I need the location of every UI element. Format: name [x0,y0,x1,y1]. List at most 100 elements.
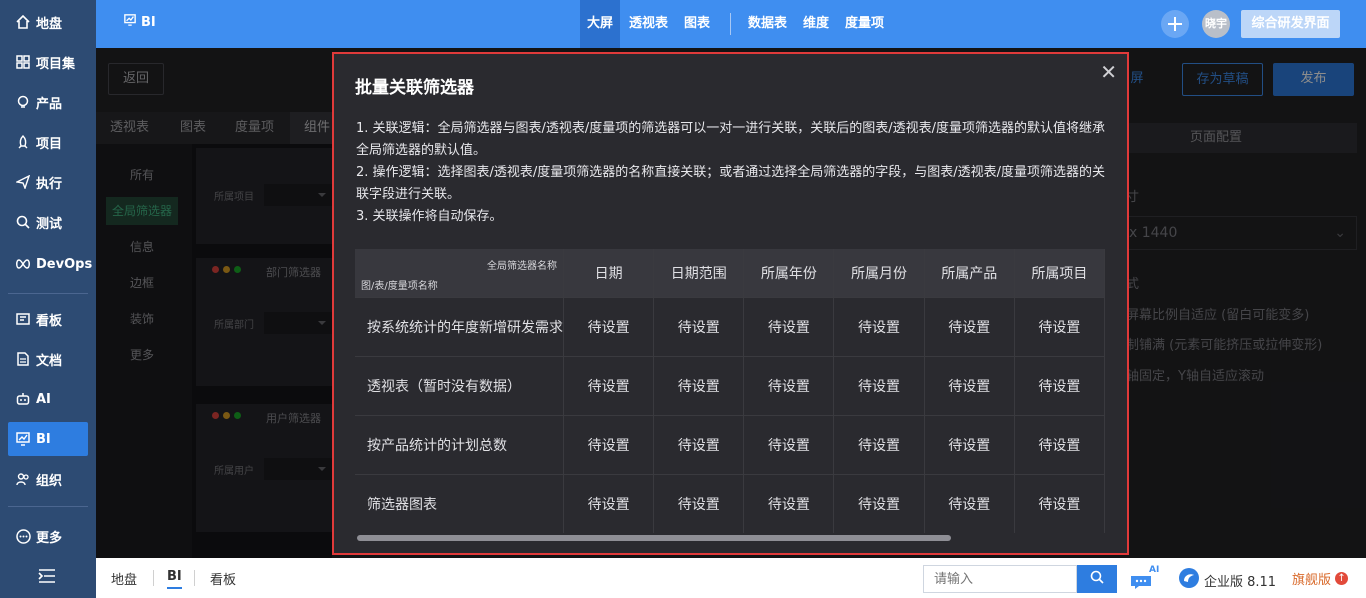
left-sidebar: 地盘 项目集 产品 项目 执行 测试 DevOps 看板 文档 AI BI 组织… [0,0,96,598]
nav-chart[interactable]: 图表 [677,0,717,48]
sidebar-item-program[interactable]: 项目集 [8,45,88,79]
collapse-menu-icon[interactable] [38,568,56,584]
doc-icon [15,351,31,367]
sidebar-item-label: BI [36,431,51,447]
scrollbar-thumb[interactable] [357,535,951,541]
zentao-logo-icon [1178,567,1200,593]
search-button[interactable] [1077,565,1117,593]
sidebar-item-devops[interactable]: DevOps [8,247,92,281]
rocket-icon [15,134,31,150]
link-cell[interactable]: 待设置 [563,297,655,357]
link-cell[interactable]: 待设置 [653,474,745,533]
link-cell[interactable]: 待设置 [1014,415,1105,475]
close-icon[interactable]: ✕ [1100,60,1117,84]
link-cell[interactable]: 待设置 [833,356,925,416]
link-cell[interactable]: 待设置 [563,415,655,475]
sidebar-item-label: 文档 [36,353,63,369]
sidebar-item-kanban[interactable]: 看板 [8,302,88,336]
link-cell[interactable]: 待设置 [833,415,925,475]
link-cell[interactable]: 待设置 [743,415,835,475]
sidebar-item-label: 测试 [36,216,63,232]
link-cell[interactable]: 待设置 [833,297,925,357]
sidebar-item-org[interactable]: 组织 [8,462,88,496]
footer-tab-dashboard[interactable]: 地盘 [111,569,137,588]
grid-icon [15,54,31,70]
search-icon [15,214,31,230]
sidebar-item-label: 更多 [36,530,63,546]
chart-icon [124,14,136,30]
nav-pivot[interactable]: 透视表 [622,0,675,48]
footer-divider [153,570,154,586]
link-cell[interactable]: 待设置 [1014,297,1105,357]
link-cell[interactable]: 待设置 [743,356,835,416]
sidebar-item-product[interactable]: 产品 [8,85,88,119]
table-row: 筛选器图表 待设置 待设置 待设置 待设置 待设置 待设置 [355,474,1105,533]
sidebar-divider [8,293,88,294]
horizontal-scrollbar[interactable] [355,534,1105,542]
column-header: 所属项目 [1014,249,1105,298]
infinity-icon [15,256,31,272]
link-cell[interactable]: 待设置 [743,297,835,357]
table-row: 按系统统计的年度新增研发需求 待设置 待设置 待设置 待设置 待设置 待设置 [355,297,1105,357]
chart-icon [15,431,31,447]
link-cell[interactable]: 待设置 [743,474,835,533]
workspace-switch-button[interactable]: 综合研发界面 [1241,10,1340,38]
desc-line: 2. 操作逻辑：选择图表/透视表/度量项筛选器的名称直接关联；或者通过选择全局筛… [356,165,1106,202]
flagship-label: 旗舰版 [1292,573,1332,588]
sidebar-item-project[interactable]: 项目 [8,125,88,159]
link-cell[interactable]: 待设置 [1014,474,1105,533]
nav-screen[interactable]: 大屏 [580,0,621,48]
module-label: BI [141,14,156,30]
link-cell[interactable]: 待设置 [1014,356,1105,416]
home-icon [15,14,31,30]
sidebar-item-doc[interactable]: 文档 [8,342,88,376]
sidebar-item-more[interactable]: 更多 [8,519,88,553]
module-title: BI [124,14,156,30]
sidebar-item-bi[interactable]: BI [8,422,88,456]
sidebar-item-label: 组织 [36,473,63,489]
upgrade-arrow-icon: ↑ [1335,572,1349,585]
nav-dimension[interactable]: 维度 [796,0,836,48]
footer-tab-kanban[interactable]: 看板 [210,569,236,588]
link-cell[interactable]: 待设置 [924,297,1015,357]
link-cell[interactable]: 待设置 [833,474,925,533]
top-header: BI 大屏 透视表 图表 数据表 维度 度量项 晓宇 综合研发界面 [96,0,1366,48]
link-cell[interactable]: 待设置 [653,297,745,357]
sidebar-item-test[interactable]: 测试 [8,205,88,239]
link-cell[interactable]: 待设置 [563,356,655,416]
nav-metric[interactable]: 度量项 [838,0,891,48]
footer-tab-bi[interactable]: BI [167,569,182,589]
link-cell[interactable]: 待设置 [924,474,1015,533]
link-cell[interactable]: 待设置 [653,415,745,475]
people-icon [15,471,31,487]
search-input[interactable] [923,565,1077,593]
sidebar-item-dashboard[interactable]: 地盘 [8,5,88,39]
create-plus-button[interactable] [1161,10,1189,38]
table-row: 按产品统计的计划总数 待设置 待设置 待设置 待设置 待设置 待设置 [355,415,1105,475]
corner-bottom-label: 图/表/度量项名称 [361,281,438,292]
ai-chat-icon[interactable]: AI [1129,565,1163,594]
row-name: 按产品统计的计划总数 [355,415,564,475]
column-header: 所属月份 [833,249,925,298]
desc-line: 3. 关联操作将自动保存。 [356,209,503,224]
upgrade-flagship[interactable]: 旗舰版 ↑ [1292,569,1349,588]
link-cell[interactable]: 待设置 [653,356,745,416]
link-cell[interactable]: 待设置 [563,474,655,533]
row-name: 按系统统计的年度新增研发需求 [355,297,564,357]
sidebar-divider [8,506,88,507]
nav-datatable[interactable]: 数据表 [741,0,794,48]
avatar[interactable]: 晓宇 [1202,10,1230,38]
search-icon [1090,570,1104,588]
sidebar-item-execution[interactable]: 执行 [8,165,88,199]
filter-link-table: 全局筛选器名称 图/表/度量项名称 日期 日期范围 所属年份 所属月份 所属产品… [355,249,1105,533]
sidebar-item-label: 项目 [36,136,63,152]
sidebar-item-ai[interactable]: AI [8,382,88,416]
link-cell[interactable]: 待设置 [924,415,1015,475]
edition-info: 企业版 8.11 [1178,567,1276,593]
column-header: 所属产品 [924,249,1015,298]
sidebar-item-label: AI [36,391,51,407]
batch-link-filter-dialog: 批量关联筛选器 ✕ 1. 关联逻辑：全局筛选器与图表/透视表/度量项的筛选器可以… [332,52,1129,555]
link-cell[interactable]: 待设置 [924,356,1015,416]
sidebar-item-label: 地盘 [36,16,63,32]
column-header: 所属年份 [743,249,835,298]
